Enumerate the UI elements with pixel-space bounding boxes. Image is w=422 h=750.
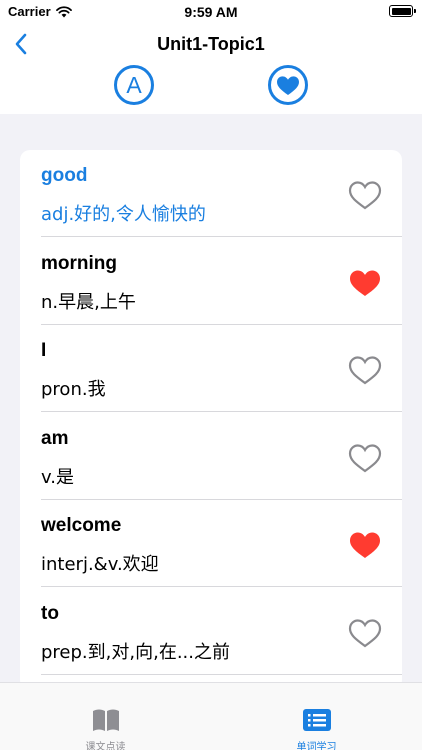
favorite-toggle-button[interactable] [347,265,383,299]
battery-icon [389,5,416,17]
tab-text-reading[interactable]: 课文点读 [0,683,211,750]
heart-filter-icon [268,65,308,105]
word-row[interactable]: to prep.到,对,向,在...之前 [20,588,402,675]
letter-a-label: A [126,72,142,98]
word-row[interactable]: Ipron.我 [20,325,402,412]
row-divider [41,673,402,675]
heart-outline-icon [348,443,382,472]
word-meaning: interj.&v.欢迎 [41,554,159,575]
word-meaning: pron.我 [41,379,106,400]
word-row[interactable]: welcome interj.&v.欢迎 [20,500,402,587]
show-all-toggle-button[interactable]: A [113,64,155,106]
tab-word-study[interactable]: 单词学习 [211,683,422,750]
word-text: welcome [41,515,122,536]
word-text: morning [41,252,117,274]
favorites-filter-button[interactable] [267,64,309,106]
open-book-icon [93,709,119,731]
heart-filled-icon [350,270,380,296]
word-row[interactable]: am v.是 [20,413,402,500]
word-meaning: n.早晨,上午 [41,291,136,313]
status-bar: Carrier 9:59 AM [0,0,422,24]
heart-outline-icon [348,181,382,210]
word-text: good [41,165,88,186]
status-time: 9:59 AM [184,4,238,20]
word-list: good adj.好的,令人愉快的 morning n.早晨,上午 Ipron.我 am v… [20,150,402,690]
favorite-toggle-button[interactable] [347,440,383,474]
navigation-bar: Unit1-Topic1 A [0,24,422,114]
tab-bar: 课文点读 单词学习 [0,682,422,750]
favorite-toggle-button[interactable] [347,615,383,649]
tab-label: 课文点读 [85,742,126,750]
list-icon [303,709,331,731]
word-row[interactable]: good adj.好的,令人愉快的 [20,150,402,237]
heart-outline-icon [348,618,382,647]
word-text: I [41,340,47,361]
favorite-toggle-button[interactable] [347,177,383,211]
word-text: am [41,427,69,449]
letter-a-icon: A [114,65,154,105]
heart-filled-icon [350,532,380,558]
favorite-toggle-button[interactable] [347,352,383,386]
tab-label: 单词学习 [296,742,337,750]
word-meaning: prep.到,对,向,在...之前 [41,641,230,663]
page-title: Unit1-Topic1 [157,34,265,54]
word-text: to [41,602,59,624]
word-meaning: v.是 [41,466,74,488]
word-row[interactable]: morning n.早晨,上午 [20,238,402,325]
heart-outline-icon [348,356,382,385]
word-meaning: adj.好的,令人愉快的 [41,204,206,225]
favorite-toggle-button[interactable] [347,527,383,561]
